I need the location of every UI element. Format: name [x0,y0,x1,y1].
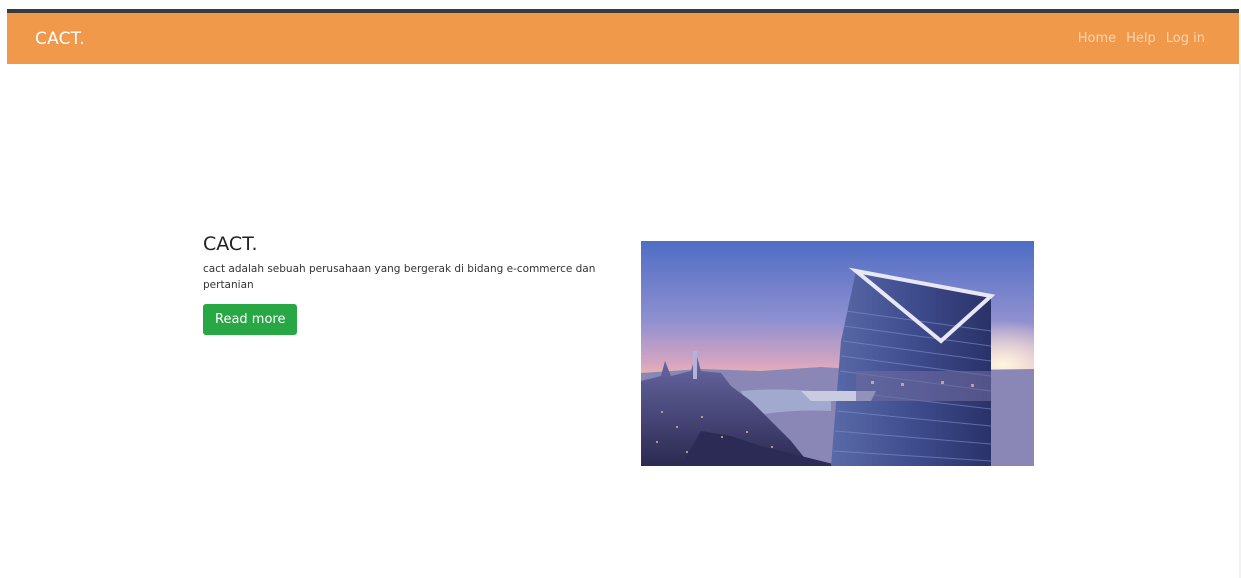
skyscraper-photo [641,241,1034,466]
nav-home-link[interactable]: Home [1078,31,1116,46]
hero-image [641,241,1034,466]
hero-description: cact adalah sebuah perusahaan yang berge… [203,263,596,291]
nav-login-link[interactable]: Log in [1166,31,1205,46]
hero-title: CACT. [203,233,258,255]
navbar: CACT. Home Help Log in [7,13,1239,64]
hero-section: CACT. cact adalah sebuah perusahaan yang… [203,233,623,335]
read-more-button[interactable]: Read more [203,304,298,335]
nav-links: Home Help Log in [1078,31,1205,46]
brand-link[interactable]: CACT. [35,29,85,49]
nav-help-link[interactable]: Help [1126,31,1156,46]
